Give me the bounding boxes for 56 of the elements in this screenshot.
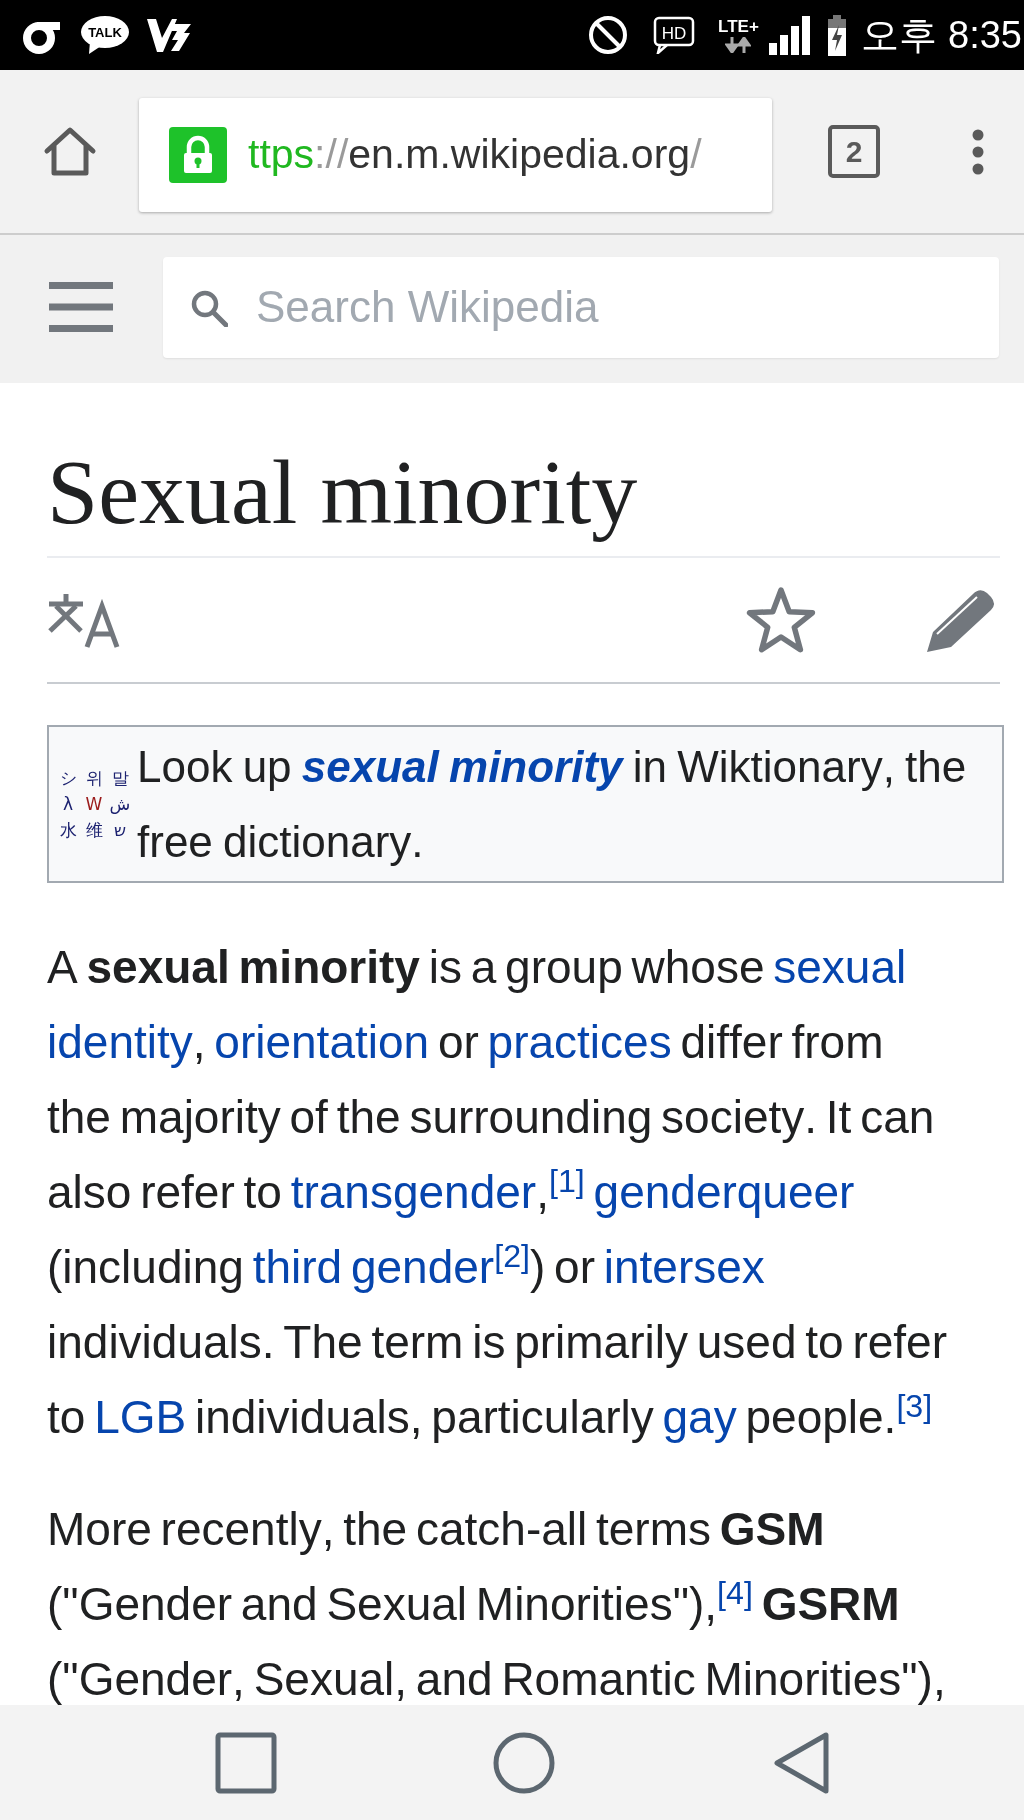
- search-icon: [190, 288, 228, 327]
- article-title: Sexual minority: [47, 439, 1000, 558]
- notice-text: Look up sexual minority in Wiktionary, the free dictionary.: [137, 741, 968, 868]
- menu-icon: [49, 282, 113, 332]
- tabs-button[interactable]: 2: [828, 125, 880, 178]
- article-link[interactable]: sexual: [773, 941, 907, 993]
- block-icon: [588, 15, 629, 55]
- logo-glyph: 维: [84, 819, 104, 842]
- article-link[interactable]: third gender: [252, 1241, 495, 1293]
- body-paragraph: A sexual minority is a group whose sexual identity, orientation or practices differ from the majority of the surrounding society. It can also refer to transgender,$^{[1]}$ genderqueer (including third gender$^{[2]}$) or intersex individuals. The term is primarily used to refer to LGB individuals, particularly gay people.$^{[3]}$: [47, 940, 948, 1445]
- article-link[interactable]: transgender: [290, 1166, 537, 1218]
- circle-icon: [493, 1731, 555, 1794]
- more-icon: [972, 128, 984, 175]
- reference-link[interactable]: [3]: [896, 1387, 933, 1424]
- article-link[interactable]: LGB: [94, 1391, 187, 1443]
- article-link[interactable]: identity: [47, 1016, 193, 1068]
- article-link[interactable]: orientation: [214, 1016, 430, 1068]
- logo-glyph: ש: [112, 819, 127, 842]
- body-paragraph: More recently, the catch-all terms GSM ("Gender and Sexual Minorities"),$^{[4]}$ GSRM ("Gender, Sexual, and Romantic Minorities"),: [47, 1502, 947, 1705]
- search-field[interactable]: Search Wikipedia: [163, 256, 999, 358]
- pencil-icon[interactable]: [925, 587, 997, 653]
- logo-glyph: 水: [58, 819, 78, 842]
- logo-glyph: 위: [84, 767, 104, 790]
- slash-logo-icon: [146, 16, 192, 54]
- reference-link[interactable]: [4]: [717, 1574, 753, 1611]
- home-icon: [43, 126, 97, 177]
- url-text: ttps://en.m.wikipedia.org/: [248, 131, 702, 178]
- article-link[interactable]: practices: [487, 1016, 672, 1068]
- reference-link[interactable]: [1]: [548, 1162, 585, 1199]
- back-button[interactable]: [773, 1731, 829, 1794]
- data-arrows-icon: [725, 37, 752, 53]
- article-link[interactable]: intersex: [603, 1241, 765, 1293]
- signal-icon: [769, 15, 811, 55]
- battery-icon: [828, 14, 847, 56]
- status-time: 오후 8:35: [861, 13, 1022, 57]
- reference-link[interactable]: [2]: [494, 1237, 530, 1274]
- logo-glyph: λ: [61, 793, 75, 816]
- more-button[interactable]: [972, 128, 984, 175]
- logo-glyph: 말: [110, 767, 130, 790]
- square-icon: [215, 1731, 277, 1794]
- network-type-label: LTE+: [718, 17, 759, 37]
- logo-glyph: シ: [58, 767, 78, 790]
- dictionary-link[interactable]: sexual minority: [301, 742, 623, 791]
- home-nav-button[interactable]: [493, 1731, 555, 1794]
- article-link[interactable]: genderqueer: [593, 1166, 855, 1218]
- star-icon[interactable]: [744, 585, 818, 655]
- back-icon: [773, 1731, 829, 1794]
- lock-icon: [169, 126, 227, 183]
- translate-icon[interactable]: [47, 592, 120, 648]
- home-button[interactable]: [43, 126, 97, 177]
- article-link[interactable]: gay: [662, 1391, 737, 1443]
- logo-glyph: W: [84, 793, 104, 816]
- recents-button[interactable]: [215, 1731, 277, 1794]
- logo-glyph: ش: [108, 793, 132, 816]
- url-field[interactable]: ttps://en.m.wikipedia.org/: [139, 97, 772, 212]
- menu-button[interactable]: [49, 282, 113, 332]
